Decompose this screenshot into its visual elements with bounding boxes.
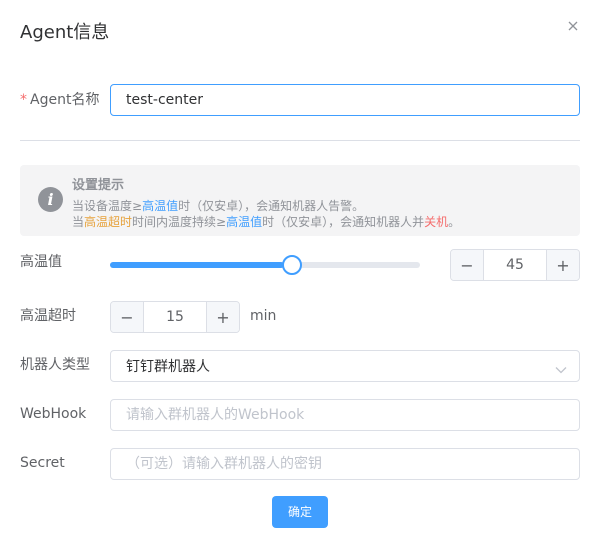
alert-text: 时（仅安卓），会通知机器人并	[262, 215, 425, 229]
timeout-value[interactable]: 15	[144, 302, 206, 332]
dialog-title: Agent信息	[20, 22, 110, 43]
close-icon[interactable]	[566, 19, 580, 33]
alert-line-1: 当设备温度≥高温值时（仅安卓），会通知机器人告警。	[72, 197, 364, 214]
slider-fill	[110, 262, 284, 268]
timeout-unit: min	[250, 308, 277, 324]
settings-hint-alert: i 设置提示 当设备温度≥高温值时（仅安卓），会通知机器人告警。 当高温超时时间…	[20, 165, 580, 236]
alert-text: 当	[72, 215, 85, 229]
required-mark: *	[20, 92, 27, 108]
chevron-down-icon	[555, 362, 567, 378]
timeout-label: 高温超时	[20, 308, 76, 324]
high-temp-decrease-button[interactable]: −	[451, 250, 484, 280]
timeout-decrease-button[interactable]: −	[111, 302, 144, 332]
agent-name-label-text: Agent名称	[30, 92, 100, 108]
alert-line-2: 当高温超时时间内温度持续≥高温值时（仅安卓），会通知机器人并关机。	[72, 213, 460, 230]
secret-input[interactable]	[110, 448, 580, 480]
high-temp-value[interactable]: 45	[484, 250, 546, 280]
high-temp-increase-button[interactable]: +	[546, 250, 579, 280]
secret-label: Secret	[20, 455, 65, 471]
alert-highlight-high-temp: 高温值	[142, 199, 179, 213]
confirm-button[interactable]: 确定	[272, 496, 328, 528]
agent-name-input[interactable]: test-center	[110, 84, 580, 116]
alert-text: 当设备温度≥	[72, 199, 143, 213]
timeout-increase-button[interactable]: +	[206, 302, 239, 332]
alert-text: 。	[448, 215, 461, 229]
alert-title: 设置提示	[72, 178, 125, 193]
high-temp-label: 高温值	[20, 254, 62, 270]
divider	[20, 140, 580, 141]
robot-type-value: 钉钉群机器人	[126, 359, 210, 375]
robot-type-label: 机器人类型	[20, 357, 90, 373]
alert-text: 时（仅安卓），会通知机器人告警。	[178, 199, 365, 213]
high-temp-slider[interactable]	[110, 255, 420, 275]
agent-info-dialog: Agent信息 * Agent名称 test-center i 设置提示 当设备温…	[0, 0, 600, 560]
webhook-input[interactable]	[110, 399, 580, 431]
robot-type-select[interactable]: 钉钉群机器人	[110, 350, 580, 382]
timeout-stepper: − 15 +	[110, 301, 240, 333]
agent-name-label: * Agent名称	[20, 84, 99, 116]
webhook-label: WebHook	[20, 406, 87, 422]
alert-highlight-timeout: 高温超时	[84, 215, 133, 229]
alert-text: 时间内温度持续≥	[132, 215, 227, 229]
alert-highlight-shutdown: 关机	[424, 215, 449, 229]
agent-name-value: test-center	[126, 92, 203, 108]
high-temp-stepper: − 45 +	[450, 249, 580, 281]
alert-highlight-high-temp: 高温值	[226, 215, 263, 229]
info-icon: i	[38, 187, 63, 212]
slider-thumb[interactable]	[281, 255, 302, 275]
